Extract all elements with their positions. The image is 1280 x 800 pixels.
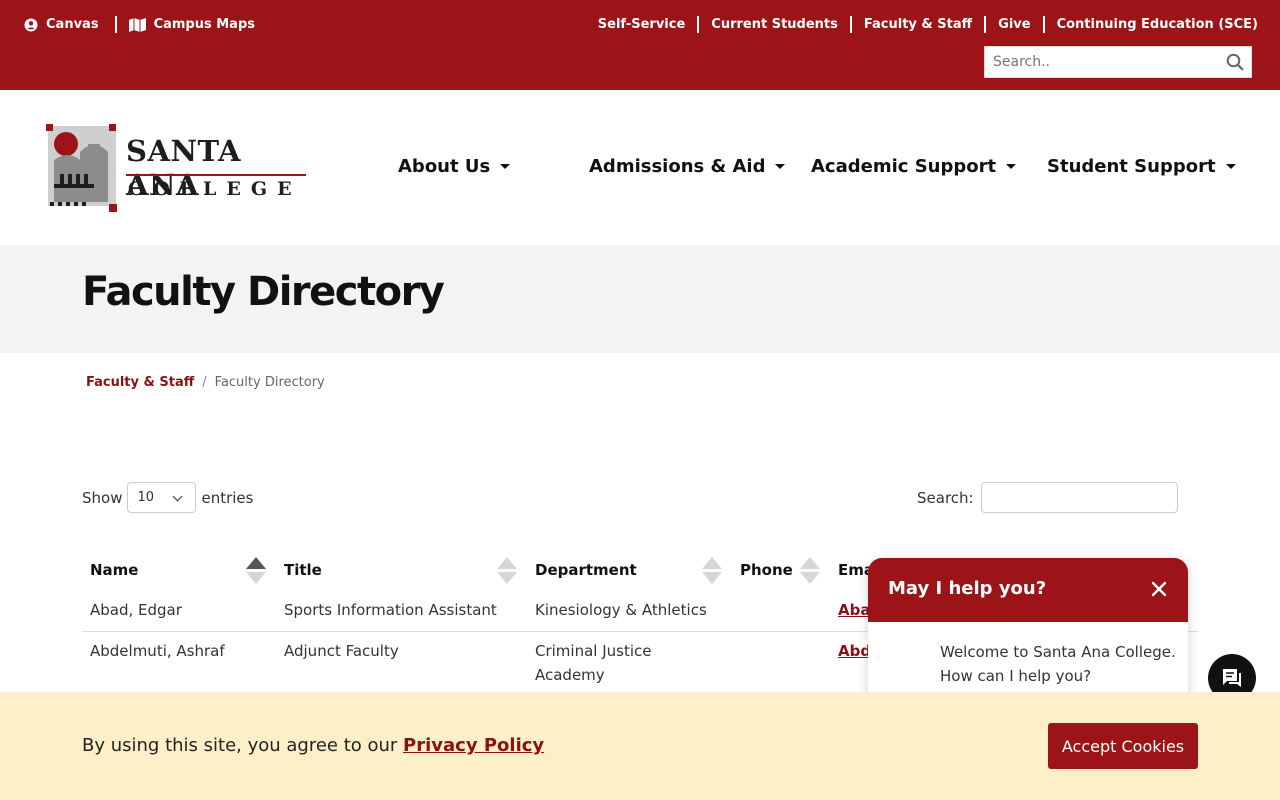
table-search-input[interactable] bbox=[980, 482, 1178, 513]
chat-header: May I help you? bbox=[868, 558, 1188, 622]
continuing-education-link[interactable]: Continuing Education (SCE) bbox=[1057, 17, 1258, 32]
privacy-policy-link[interactable]: Privacy Policy bbox=[403, 735, 544, 756]
sort-department-icon[interactable] bbox=[702, 557, 722, 585]
current-students-link[interactable]: Current Students bbox=[711, 17, 838, 32]
cookie-banner: By using this site, you agree to our Pri… bbox=[0, 692, 1280, 800]
column-header-title[interactable]: Title bbox=[284, 561, 322, 579]
utility-separator bbox=[114, 16, 117, 33]
page-title-band: Faculty Directory bbox=[0, 245, 1280, 353]
entries-length-control: Show 10 entries bbox=[82, 482, 253, 513]
table-row-1-title: Sports Information Assistant bbox=[284, 601, 497, 619]
self-service-link[interactable]: Self-Service bbox=[598, 17, 686, 32]
nav-about-us-label: About Us bbox=[398, 156, 491, 177]
column-header-phone[interactable]: Phone bbox=[740, 561, 793, 579]
caret-down-icon bbox=[1225, 164, 1236, 169]
site-header: SANTA ANA COLLEGE About Us Admissions & … bbox=[0, 90, 1280, 245]
utility-right-links: Self-Service Current Students Faculty & … bbox=[598, 16, 1258, 33]
give-link[interactable]: Give bbox=[998, 17, 1030, 32]
logo-text-college: COLLEGE bbox=[128, 178, 302, 200]
utility-left-links: Canvas Campus Maps bbox=[24, 16, 255, 33]
page-title: Faculty Directory bbox=[82, 269, 445, 315]
canvas-link[interactable]: Canvas bbox=[24, 17, 99, 32]
breadcrumb-current: Faculty Directory bbox=[214, 375, 325, 390]
close-icon[interactable] bbox=[1150, 580, 1168, 598]
user-circle-icon bbox=[24, 18, 38, 31]
column-header-department[interactable]: Department bbox=[535, 561, 637, 579]
caret-down-icon bbox=[775, 164, 786, 169]
chevron-down-icon bbox=[173, 491, 183, 502]
utility-bar: Canvas Campus Maps Self-Service Current … bbox=[0, 0, 1280, 90]
accept-cookies-button[interactable]: Accept Cookies bbox=[1048, 723, 1198, 769]
table-row-2-name: Abdelmuti, Ashraf bbox=[90, 642, 225, 660]
table-row-2-title: Adjunct Faculty bbox=[284, 642, 399, 660]
logo-rule bbox=[126, 174, 306, 176]
table-search-label: Search: bbox=[917, 488, 974, 507]
entries-select-value: 10 bbox=[137, 490, 155, 505]
sort-name-icon[interactable] bbox=[246, 557, 266, 585]
breadcrumb: Faculty & Staff / Faculty Directory bbox=[86, 375, 325, 390]
caret-down-icon bbox=[1006, 164, 1017, 169]
chat-widget: May I help you? Welcome to Santa Ana Col… bbox=[868, 558, 1188, 710]
breadcrumb-faculty-staff[interactable]: Faculty & Staff bbox=[86, 375, 194, 390]
caret-down-icon bbox=[500, 164, 511, 169]
table-row-2-department: Criminal Justice Academy bbox=[535, 642, 652, 684]
sort-phone-icon[interactable] bbox=[800, 557, 820, 585]
cookie-message: By using this site, you agree to our Pri… bbox=[82, 735, 544, 756]
chat-bubble-icon bbox=[1223, 669, 1241, 687]
cookie-message-text: By using this site, you agree to our bbox=[82, 735, 404, 756]
chat-message-line-1: Welcome to Santa Ana College. bbox=[940, 643, 1176, 661]
nav-academic-support-label: Academic Support bbox=[811, 156, 997, 177]
campus-maps-link[interactable]: Campus Maps bbox=[128, 17, 255, 32]
table-row-2-email[interactable]: Abd bbox=[838, 639, 871, 663]
show-label: Show bbox=[82, 488, 123, 507]
chat-message-line-2: How can I help you? bbox=[940, 667, 1092, 685]
sort-title-icon[interactable] bbox=[497, 557, 517, 585]
table-filter: Search: bbox=[917, 482, 1178, 513]
utility-separator bbox=[984, 16, 987, 33]
nav-about-us[interactable]: About Us bbox=[398, 156, 511, 177]
college-logo[interactable]: SANTA ANA COLLEGE bbox=[46, 124, 308, 214]
breadcrumb-separator: / bbox=[202, 375, 207, 390]
nav-student-support[interactable]: Student Support bbox=[1047, 156, 1236, 177]
nav-admissions-aid[interactable]: Admissions & Aid bbox=[589, 156, 786, 177]
nav-admissions-aid-label: Admissions & Aid bbox=[589, 156, 766, 177]
entries-select[interactable]: 10 bbox=[127, 482, 197, 513]
entries-label: entries bbox=[201, 488, 254, 507]
nav-academic-support[interactable]: Academic Support bbox=[811, 156, 1017, 177]
faculty-staff-link[interactable]: Faculty & Staff bbox=[864, 17, 972, 32]
mission-building-icon bbox=[46, 124, 117, 212]
table-row-1-email[interactable]: Aba bbox=[838, 598, 870, 622]
utility-separator bbox=[849, 16, 852, 33]
campus-maps-link-label: Campus Maps bbox=[153, 17, 255, 32]
table-row-1-name: Abad, Edgar bbox=[90, 601, 182, 619]
site-search bbox=[984, 46, 1252, 78]
canvas-link-label: Canvas bbox=[46, 17, 99, 32]
utility-separator bbox=[1042, 16, 1045, 33]
chat-welcome-message: Welcome to Santa Ana College. How can I … bbox=[940, 640, 1176, 688]
map-icon bbox=[128, 17, 146, 32]
nav-student-support-label: Student Support bbox=[1047, 156, 1216, 177]
chat-title: May I help you? bbox=[888, 578, 1047, 599]
column-header-name[interactable]: Name bbox=[90, 561, 138, 579]
table-row-1-department: Kinesiology & Athletics bbox=[535, 601, 707, 619]
search-icon[interactable] bbox=[1226, 53, 1244, 71]
utility-separator bbox=[697, 16, 700, 33]
site-search-input[interactable] bbox=[985, 47, 1215, 77]
